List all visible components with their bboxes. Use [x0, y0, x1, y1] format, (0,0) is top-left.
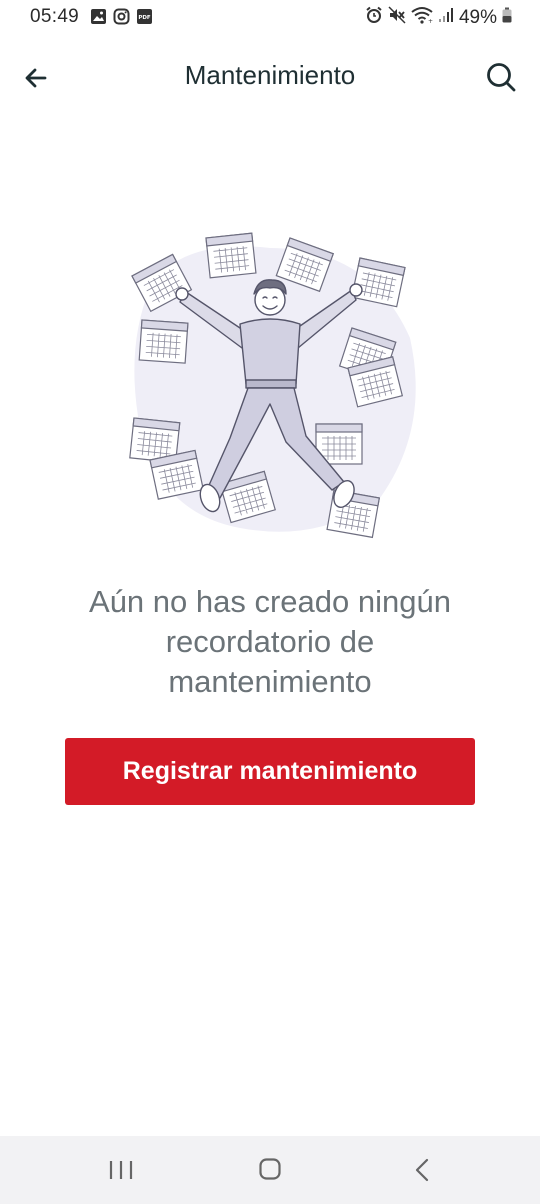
svg-text:+: +: [428, 18, 433, 24]
notification-icons: PDF: [90, 8, 153, 30]
empty-state-message: Aún no has creado ningún recordatorio de…: [89, 584, 451, 699]
system-icons: + 49%: [365, 6, 512, 29]
gallery-icon: [90, 8, 107, 30]
svg-text:PDF: PDF: [138, 15, 151, 21]
recents-icon: [109, 1161, 133, 1179]
signal-icon: [438, 7, 454, 28]
pdf-icon: PDF: [136, 8, 153, 30]
search-button[interactable]: [482, 58, 520, 96]
app-bar: Mantenimiento: [0, 44, 540, 110]
status-bar: 05:49 PDF + 49%: [0, 0, 540, 36]
back-icon: [415, 1158, 429, 1182]
status-time: 05:49: [30, 6, 80, 27]
instagram-icon: [113, 8, 130, 30]
battery-percentage: 49%: [458, 6, 497, 28]
home-button[interactable]: [259, 1158, 281, 1180]
home-icon: [259, 1158, 281, 1180]
mute-icon: [388, 6, 406, 29]
recents-button[interactable]: [108, 1160, 134, 1180]
page-title: Mantenimiento: [184, 60, 356, 90]
wifi-icon: +: [411, 6, 433, 29]
person-with-calendars-illustration: [120, 228, 420, 548]
system-nav-bar: [0, 1136, 540, 1204]
battery-icon: [502, 7, 512, 28]
nav-back-button[interactable]: [412, 1158, 432, 1182]
search-icon: [487, 63, 516, 92]
alarm-icon: [365, 6, 383, 29]
register-maintenance-button[interactable]: Registrar mantenimiento: [65, 738, 475, 805]
